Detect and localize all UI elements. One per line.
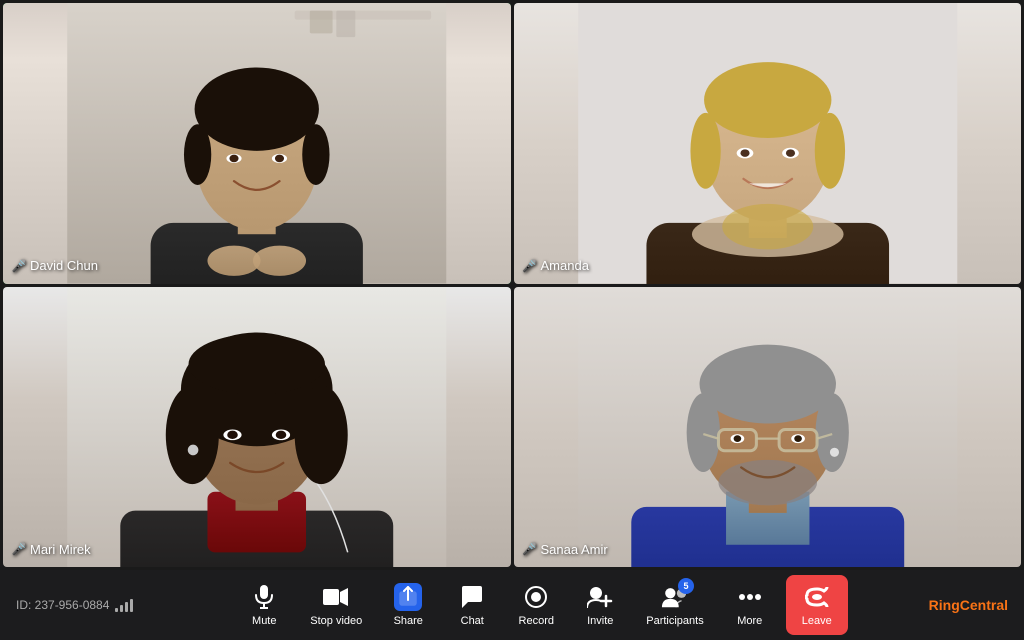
signal-bar-4 (130, 599, 133, 612)
participant-name-david-chun: 🎤 David Chun (13, 258, 98, 274)
more-icon (736, 583, 764, 611)
participant-name-sanaa-amir: 🎤 Sanaa Amir (524, 541, 608, 557)
video-tile-amanda: 🎤 Amanda (514, 3, 1022, 284)
record-icon (522, 583, 550, 611)
meeting-info: ID: 237-956-0884 (16, 598, 176, 612)
mute-label: Mute (252, 615, 276, 627)
mic-active-icon-sanaa: 🎤 (524, 541, 536, 557)
ringcentral-logo: RingCentral (908, 597, 1008, 613)
toolbar-center: Mute Stop video Share (176, 575, 908, 635)
video-tile-david-chun: 🎤 David Chun (3, 3, 511, 284)
signal-bar-2 (120, 605, 123, 612)
signal-strength (115, 598, 133, 612)
record-button[interactable]: Record (508, 577, 564, 633)
video-tile-mari-mirek: 🎤 Mari Mirek (3, 287, 511, 568)
leave-label: Leave (802, 615, 832, 627)
mic-active-icon-david: 🎤 (13, 258, 25, 274)
leave-icon (803, 583, 831, 611)
signal-bar-3 (125, 602, 128, 612)
record-label: Record (519, 615, 554, 627)
chat-icon (458, 583, 486, 611)
participant-name-mari-mirek: 🎤 Mari Mirek (13, 541, 91, 557)
mute-icon (250, 583, 278, 611)
stop-video-icon (322, 583, 350, 611)
toolbar: ID: 237-956-0884 Mute (0, 570, 1024, 640)
chat-label: Chat (461, 615, 484, 627)
invite-icon (586, 583, 614, 611)
participants-badge: 5 (678, 578, 694, 594)
mic-active-icon-amanda: 🎤 (524, 258, 536, 274)
share-icon (394, 583, 422, 611)
meeting-id-label: ID: 237-956-0884 (16, 598, 109, 612)
stop-video-label: Stop video (310, 615, 362, 627)
mic-active-icon-mari: 🎤 (13, 541, 25, 557)
more-label: More (737, 615, 762, 627)
signal-bar-1 (115, 608, 118, 612)
participants-button[interactable]: 5 Participants (636, 577, 713, 633)
share-button[interactable]: Share (380, 577, 436, 633)
video-tile-sanaa-amir: 🎤 Sanaa Amir (514, 287, 1022, 568)
chat-button[interactable]: Chat (444, 577, 500, 633)
invite-label: Invite (587, 615, 613, 627)
stop-video-button[interactable]: Stop video (300, 577, 372, 633)
participants-icon: 5 (661, 583, 689, 611)
mute-button[interactable]: Mute (236, 577, 292, 633)
participants-label: Participants (646, 615, 703, 627)
share-label: Share (394, 615, 423, 627)
more-button[interactable]: More (722, 577, 778, 633)
leave-button[interactable]: Leave (786, 575, 848, 635)
participant-name-amanda: 🎤 Amanda (524, 258, 589, 274)
video-grid: 🎤 David Chun (0, 0, 1024, 570)
invite-button[interactable]: Invite (572, 577, 628, 633)
